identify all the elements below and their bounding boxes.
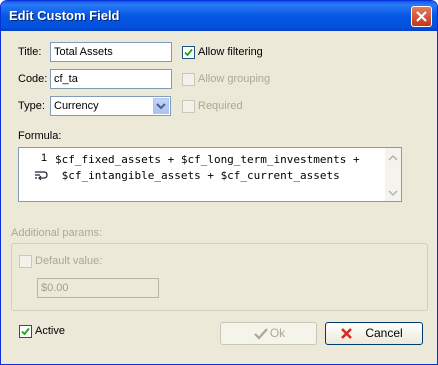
ok-label: Ok xyxy=(269,326,286,340)
check-icon xyxy=(21,327,30,336)
wrap-icon xyxy=(35,171,48,180)
title-input[interactable]: Total Assets xyxy=(50,42,172,62)
cancel-label: Cancel xyxy=(365,326,403,340)
code-label: Code: xyxy=(18,73,48,85)
cancel-x-icon xyxy=(341,328,352,339)
default-value-label: Default value: xyxy=(35,255,103,267)
edit-custom-field-dialog: Edit Custom Field Title: Total Assets Co… xyxy=(0,0,438,365)
dialog-title: Edit Custom Field xyxy=(9,8,120,23)
formula-line-1: $cf_fixed_assets + $cf_long_term_investm… xyxy=(55,153,360,166)
allow-grouping-label: Allow grouping xyxy=(198,73,271,85)
additional-params-label: Additional params: xyxy=(11,227,103,239)
type-select-value: Currency xyxy=(54,100,99,112)
scroll-up-icon[interactable] xyxy=(385,150,401,166)
default-value-checkbox[interactable] xyxy=(19,255,32,268)
dropdown-arrow-icon[interactable] xyxy=(153,98,169,114)
close-icon xyxy=(416,11,427,22)
active-label: Active xyxy=(35,325,65,337)
line-number: 1 xyxy=(41,152,48,164)
additional-params-group xyxy=(11,243,428,311)
close-button[interactable] xyxy=(411,6,432,27)
active-checkbox[interactable] xyxy=(19,325,32,338)
ok-check-icon xyxy=(254,328,268,340)
check-icon xyxy=(184,48,193,57)
default-value-input[interactable]: $0.00 xyxy=(37,278,159,298)
scroll-down-icon[interactable] xyxy=(385,185,401,201)
ok-button[interactable]: Ok xyxy=(220,322,317,345)
formula-code: $cf_fixed_assets + $cf_long_term_investm… xyxy=(55,152,360,184)
required-label: Required xyxy=(198,100,243,112)
required-checkbox[interactable] xyxy=(182,100,195,113)
type-select[interactable]: Currency xyxy=(50,96,171,116)
title-label: Title: xyxy=(18,46,42,58)
allow-grouping-checkbox[interactable] xyxy=(182,73,195,86)
formula-line-2: $cf_intangible_assets + $cf_current_asse… xyxy=(55,169,340,182)
allow-filtering-label: Allow filtering xyxy=(198,46,263,58)
formula-scrollbar[interactable] xyxy=(385,148,401,201)
allow-filtering-checkbox[interactable] xyxy=(182,46,195,59)
code-input[interactable]: cf_ta xyxy=(50,69,172,89)
formula-label: Formula: xyxy=(18,130,62,142)
line-gutter: 1 xyxy=(19,148,52,201)
cancel-button[interactable]: Cancel xyxy=(325,322,423,345)
formula-editor[interactable]: 1 $cf_fixed_assets + $cf_long_term_inves… xyxy=(18,147,402,202)
type-label: Type: xyxy=(18,100,45,112)
title-bar[interactable]: Edit Custom Field xyxy=(1,1,437,31)
